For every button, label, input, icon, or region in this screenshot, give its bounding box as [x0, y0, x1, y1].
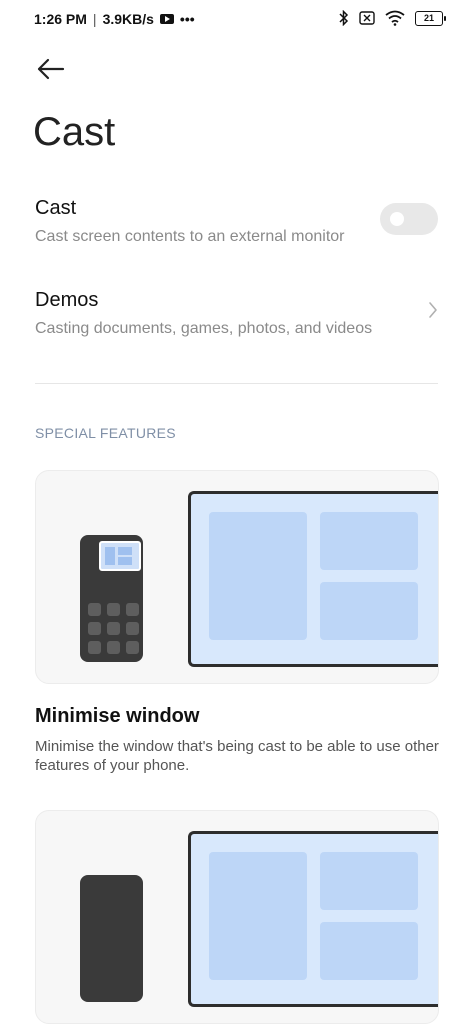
status-time: 1:26 PM: [34, 11, 87, 27]
monitor-illustration: [188, 831, 438, 1007]
phone-illustration: [80, 875, 143, 1002]
toggle-knob: [390, 212, 404, 226]
status-bar: 1:26 PM | 3.9KB/s ••• 21: [0, 0, 473, 40]
youtube-notification-icon: [159, 14, 174, 24]
demos-row[interactable]: Demos Casting documents, games, photos, …: [35, 289, 438, 343]
phone-keypad: [88, 603, 139, 654]
status-separator: |: [92, 11, 97, 27]
divider: [35, 383, 438, 384]
second-feature-illustration: [35, 810, 439, 1024]
phone-mini-screen: [99, 541, 141, 571]
back-button[interactable]: [36, 56, 66, 82]
feature-title: Minimise window: [35, 705, 200, 727]
wifi-icon: [385, 10, 405, 26]
section-header: SPECIAL FEATURES: [35, 425, 176, 441]
demos-subtitle: Casting documents, games, photos, and vi…: [35, 320, 373, 337]
cast-subtitle: Cast screen contents to an external moni…: [35, 228, 345, 245]
feature-description: Minimise the window that's being cast to…: [35, 738, 439, 774]
status-left: 1:26 PM | 3.9KB/s •••: [34, 11, 195, 27]
cast-setting-row[interactable]: Cast Cast screen contents to an external…: [35, 197, 438, 251]
chevron-right-icon: [428, 301, 438, 324]
net-speed: 3.9KB/s: [102, 11, 154, 27]
bluetooth-icon: [339, 10, 349, 26]
phone-illustration: [80, 535, 143, 662]
no-sim-icon: [359, 11, 375, 25]
battery-icon: 21: [415, 10, 446, 26]
cast-toggle[interactable]: [380, 203, 438, 235]
back-arrow-icon: [37, 58, 65, 80]
page-title: Cast: [33, 110, 116, 154]
cast-title: Cast: [35, 197, 77, 219]
status-right: 21: [339, 10, 446, 26]
demos-title: Demos: [35, 289, 99, 311]
monitor-illustration: [188, 491, 438, 667]
minimise-window-illustration: [35, 470, 439, 684]
more-notifications-icon: •••: [179, 11, 195, 27]
